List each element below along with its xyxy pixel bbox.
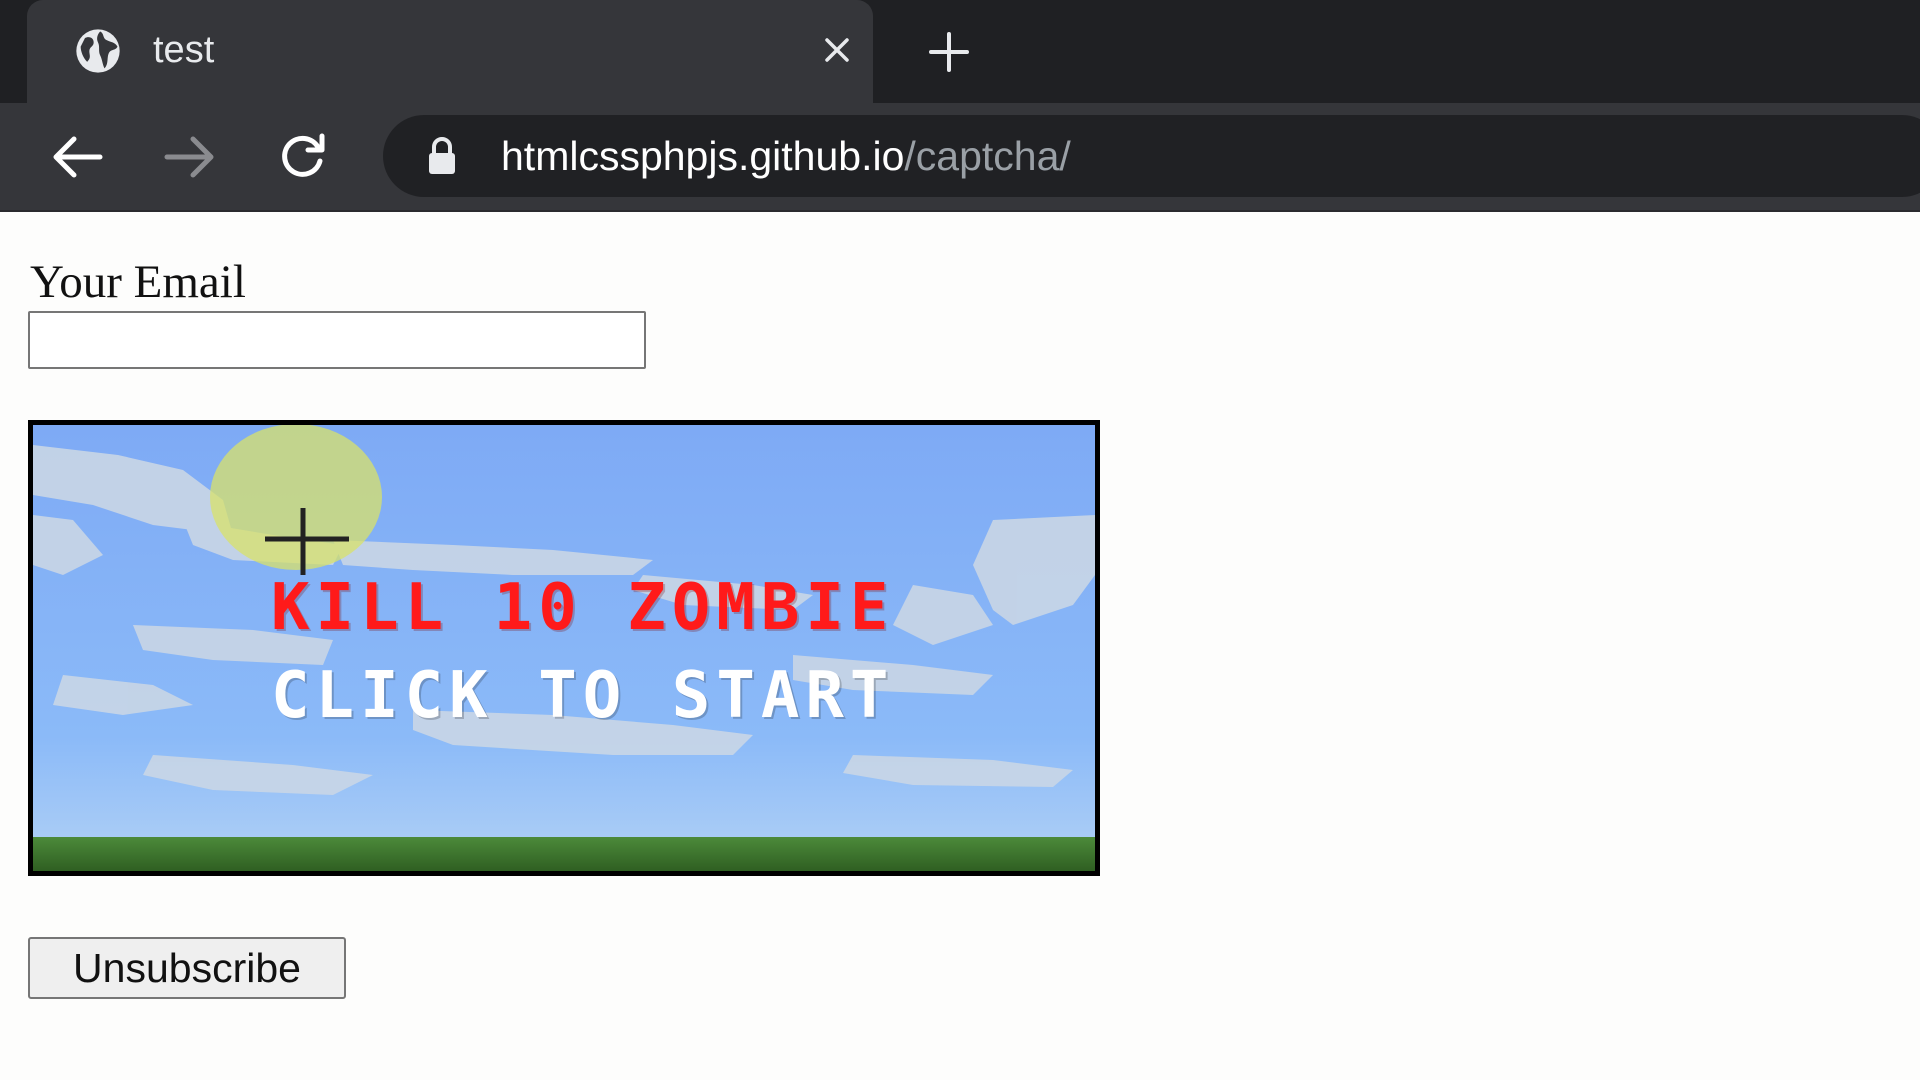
new-tab-button[interactable] <box>923 26 975 78</box>
plus-icon <box>929 32 969 72</box>
zombie-captcha-game[interactable]: KILL 10 ZOMBIE CLICK TO START <box>28 420 1100 876</box>
reload-button[interactable] <box>272 127 332 187</box>
lock-icon[interactable] <box>425 135 459 177</box>
captcha-title: KILL 10 ZOMBIE <box>271 571 895 645</box>
forward-button[interactable] <box>160 127 220 187</box>
unsubscribe-button[interactable]: Unsubscribe <box>28 937 346 999</box>
cursor-highlight <box>210 425 382 570</box>
email-label: Your Email <box>30 256 246 308</box>
email-input[interactable] <box>28 311 646 369</box>
globe-icon <box>76 29 120 73</box>
tab-close-button[interactable] <box>815 28 859 72</box>
address-bar[interactable]: htmlcssphpjs.github.io/captcha/ <box>383 115 1920 197</box>
reload-icon <box>282 133 325 177</box>
browser-tab[interactable]: test <box>27 0 873 103</box>
arrow-right-icon <box>164 136 214 178</box>
captcha-start-prompt[interactable]: CLICK TO START <box>33 659 1095 733</box>
url-path: /captcha/ <box>904 133 1071 179</box>
arrow-left-icon <box>53 136 103 178</box>
back-button[interactable] <box>47 127 107 187</box>
tab-title: test <box>153 29 215 71</box>
grass-strip <box>33 837 1095 871</box>
captcha-game-scene <box>33 425 1095 871</box>
url-host: htmlcssphpjs.github.io <box>501 133 905 179</box>
tab-strip: test <box>0 0 1920 103</box>
browser-toolbar: htmlcssphpjs.github.io/captcha/ <box>0 103 1920 212</box>
close-icon <box>825 38 849 62</box>
address-url: htmlcssphpjs.github.io/captcha/ <box>501 129 1071 183</box>
